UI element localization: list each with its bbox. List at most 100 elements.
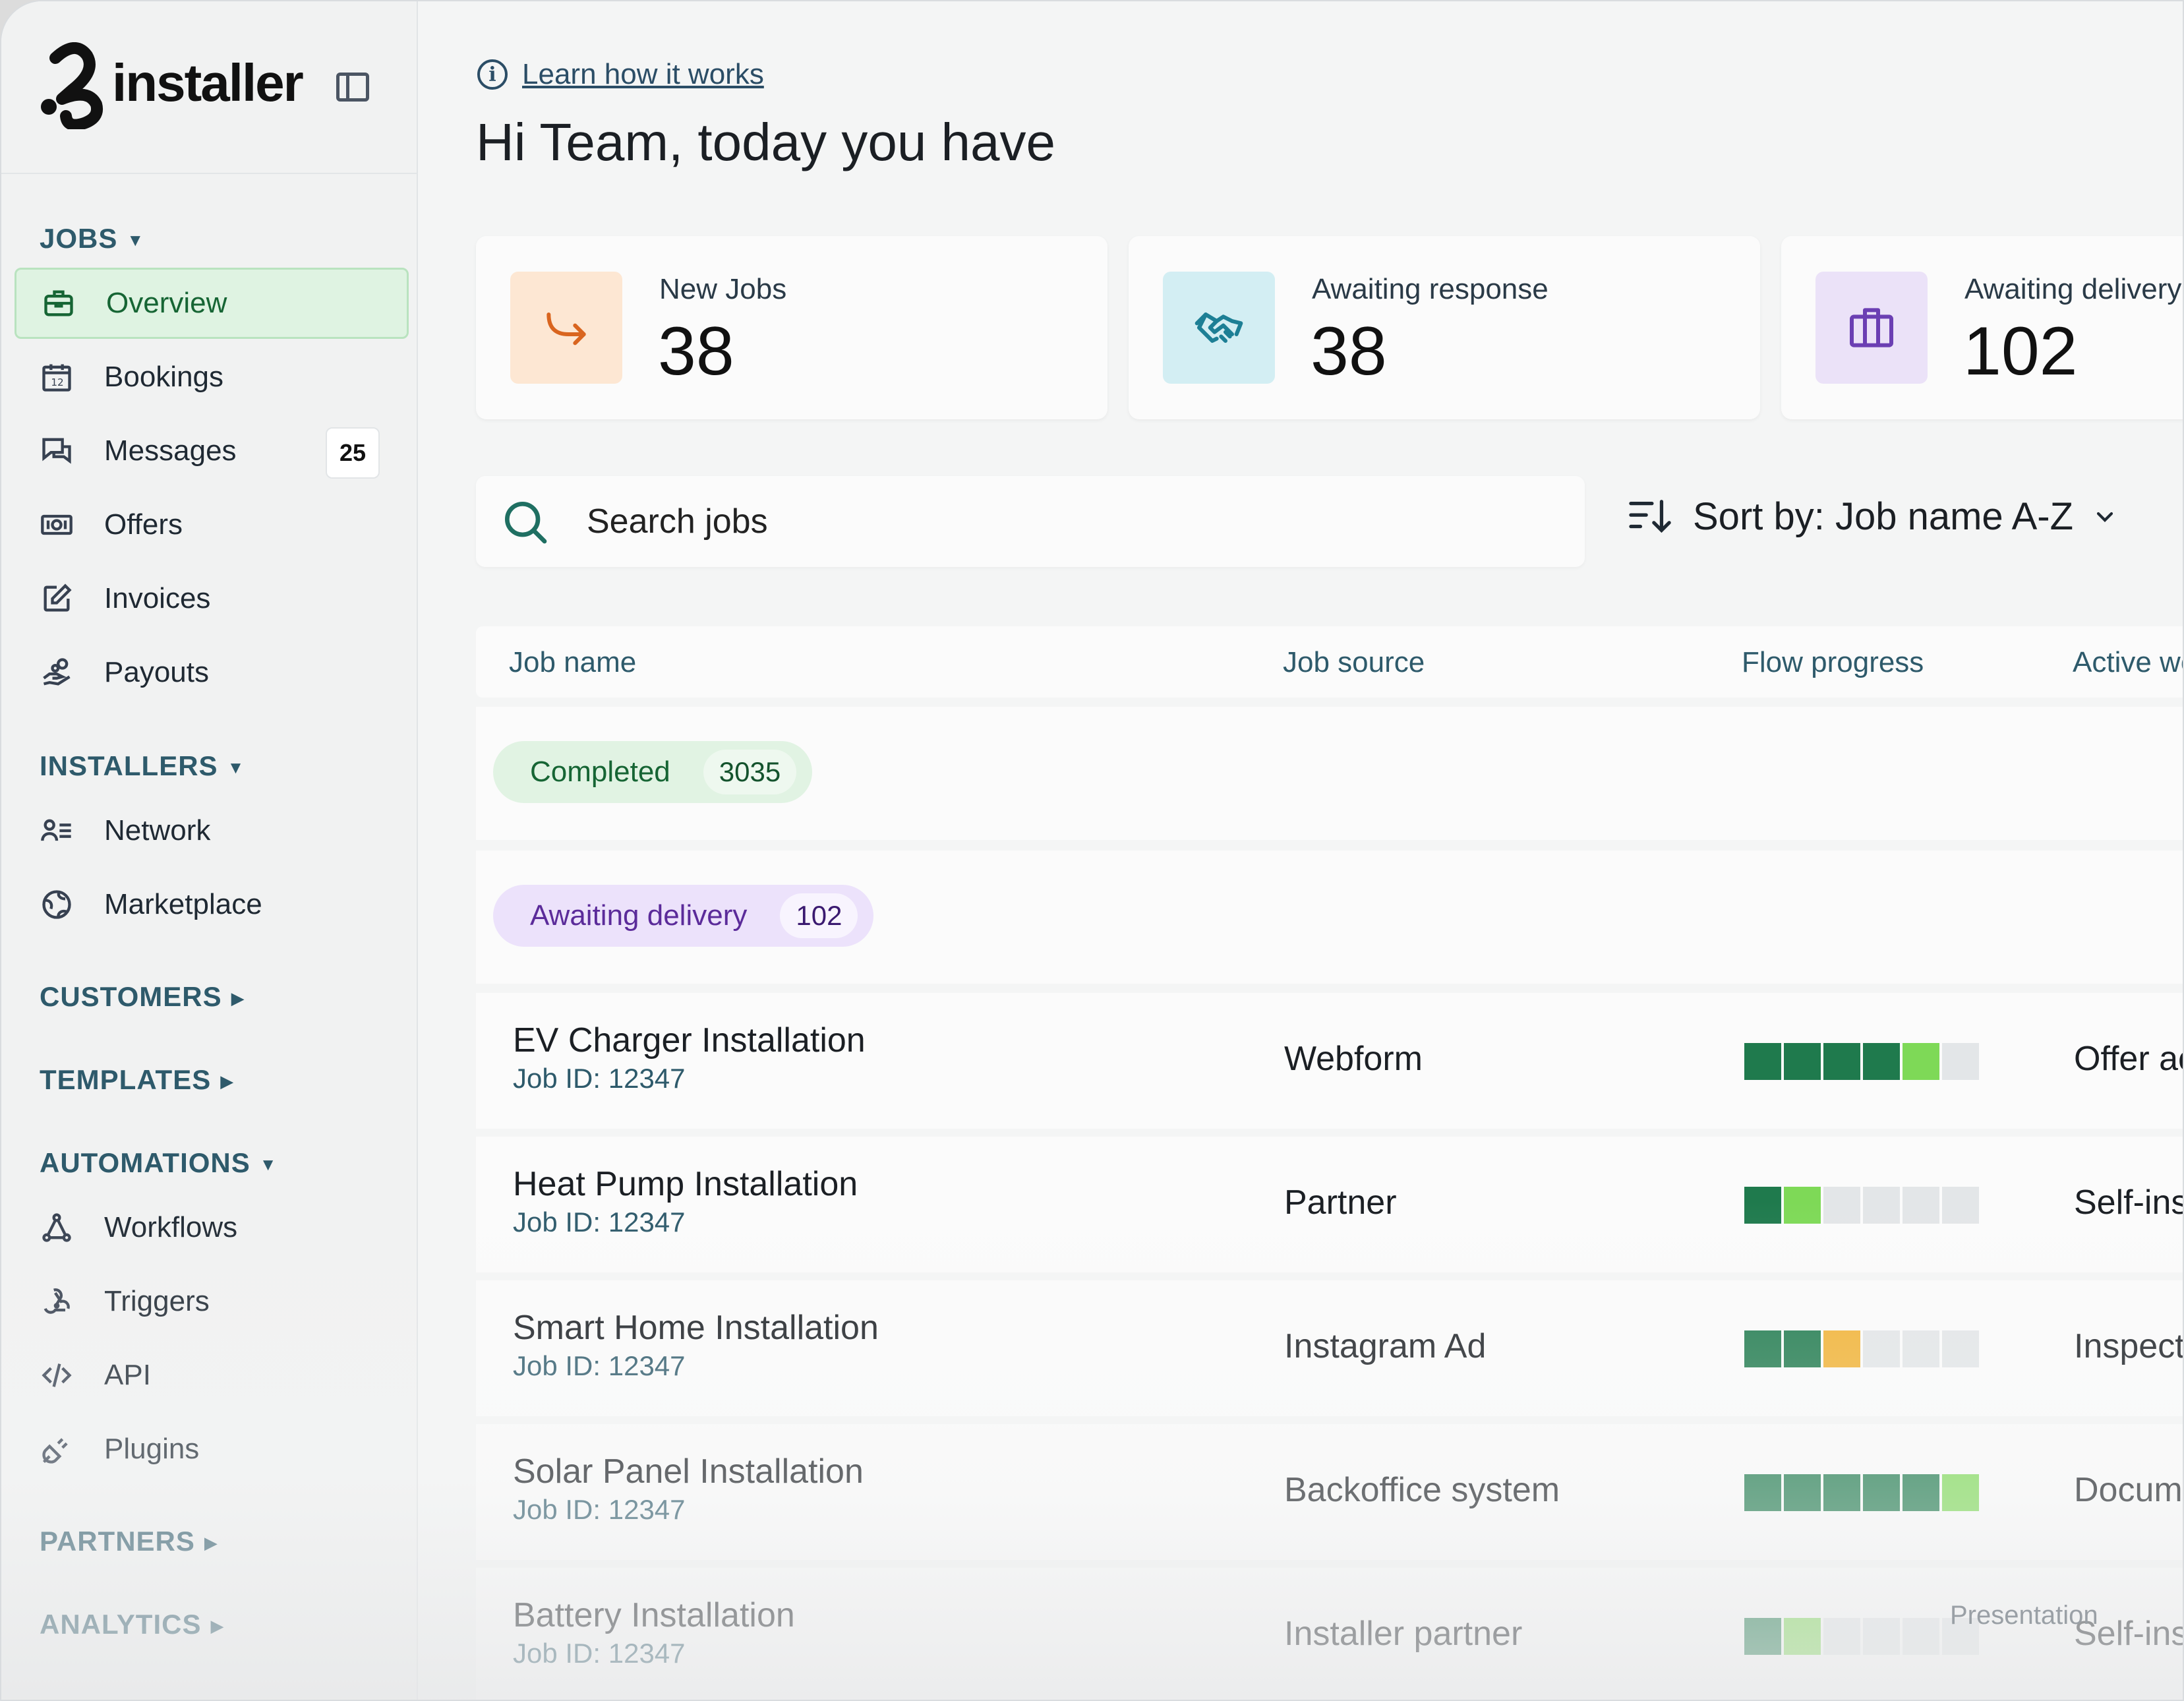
progress-segment <box>1744 1330 1781 1367</box>
stat-value: 38 <box>1311 313 1387 390</box>
sidebar-item-label: Messages <box>104 434 237 467</box>
sidebar-item-label: Plugins <box>104 1433 200 1465</box>
page-title: Hi Team, today you have <box>476 113 1056 171</box>
section-customers[interactable]: CUSTOMERS ▶ <box>40 981 245 1013</box>
search-input[interactable] <box>587 502 1510 541</box>
svg-text:12: 12 <box>51 376 63 388</box>
sidebar-item-overview[interactable]: Overview <box>15 268 409 339</box>
group-row-awaiting-delivery[interactable]: Awaiting delivery 102 <box>476 850 2183 984</box>
active-workflow: Documentation <box>2074 1471 2183 1509</box>
workflow-icon <box>40 1210 74 1245</box>
section-installers[interactable]: INSTALLERS ▼ <box>40 750 245 782</box>
progress-segment <box>1903 1043 1939 1080</box>
sidebar-item-payouts[interactable]: Payouts <box>15 637 409 708</box>
job-name: Battery Installation <box>513 1596 795 1634</box>
stat-label: Awaiting response <box>1312 273 1549 305</box>
progress-segment <box>1942 1043 1979 1080</box>
job-name: EV Charger Installation <box>513 1021 866 1059</box>
sidebar-item-api[interactable]: API <box>15 1340 409 1411</box>
section-analytics[interactable]: ANALYTICS ▶ <box>40 1609 224 1640</box>
job-source: Webform <box>1284 1040 1423 1078</box>
progress-segment <box>1863 1618 1900 1655</box>
sidebar-item-label: Workflows <box>104 1211 238 1243</box>
sort-dropdown[interactable]: Sort by: Job name A-Z <box>1627 494 2118 539</box>
sidebar-item-marketplace[interactable]: Marketplace <box>15 869 409 940</box>
job-name: Solar Panel Installation <box>513 1452 864 1491</box>
flow-progress-bar <box>1744 1187 1979 1224</box>
sidebar-item-label: Offers <box>104 508 183 541</box>
edit-icon <box>40 582 74 616</box>
learn-how-link[interactable]: Learn how it works <box>522 58 764 91</box>
sidebar-item-triggers[interactable]: Triggers <box>15 1266 409 1337</box>
sidebar-toggle-icon[interactable] <box>336 73 369 102</box>
flow-progress-bar <box>1744 1043 1979 1080</box>
stat-card-new-jobs[interactable]: New Jobs 38 <box>476 236 1107 419</box>
table-row[interactable]: EV Charger Installation Job ID: 12347 We… <box>476 993 2183 1129</box>
flow-progress-bar <box>1744 1330 1979 1367</box>
progress-segment <box>1823 1187 1860 1224</box>
section-installers-label: INSTALLERS <box>40 750 218 781</box>
progress-segment <box>1744 1618 1781 1655</box>
sidebar-item-label: Invoices <box>104 582 211 614</box>
section-partners[interactable]: PARTNERS ▶ <box>40 1526 218 1557</box>
sidebar-item-plugins[interactable]: Plugins <box>15 1414 409 1485</box>
brand-header: installer <box>1 1 418 174</box>
stat-label: New Jobs <box>659 273 787 305</box>
table-row[interactable]: Battery Installation Job ID: 12347 Insta… <box>476 1568 2183 1700</box>
sidebar-item-workflows[interactable]: Workflows <box>15 1192 409 1263</box>
caret-right-icon: ▶ <box>220 1071 235 1092</box>
column-header-job-name[interactable]: Job name <box>509 646 636 679</box>
status-pill-awaiting-delivery[interactable]: Awaiting delivery 102 <box>493 885 874 947</box>
sidebar-item-label: Bookings <box>104 361 224 393</box>
job-id: Job ID: 12347 <box>513 1207 686 1238</box>
sidebar-item-messages[interactable]: Messages 25 <box>15 415 409 487</box>
installer-logo-icon <box>41 42 103 129</box>
learn-how-link-row[interactable]: i Learn how it works <box>477 58 764 91</box>
column-header-flow-progress[interactable]: Flow progress <box>1742 646 1924 679</box>
column-header-active-workflow[interactable]: Active workflow <box>2073 646 2183 679</box>
info-icon: i <box>477 59 508 90</box>
group-row-completed[interactable]: Completed 3035 <box>476 707 2183 840</box>
progress-segment <box>1863 1474 1900 1511</box>
group-label: Completed <box>530 756 670 788</box>
app-window: installer JOBS ▼ Overview 12 Bookings Mes… <box>0 0 2184 1701</box>
table-row[interactable]: Solar Panel Installation Job ID: 12347 B… <box>476 1424 2183 1560</box>
handshake-icon <box>1163 272 1275 384</box>
progress-segment <box>1942 1187 1979 1224</box>
stat-card-awaiting-response[interactable]: Awaiting response 38 <box>1129 236 1760 419</box>
status-pill-completed[interactable]: Completed 3035 <box>493 741 813 803</box>
table-row[interactable]: Heat Pump Installation Job ID: 12347 Par… <box>476 1137 2183 1272</box>
job-name: Heat Pump Installation <box>513 1165 858 1203</box>
column-header-job-source[interactable]: Job source <box>1283 646 1425 679</box>
caret-down-icon: ▼ <box>227 758 245 778</box>
table-row[interactable]: Smart Home Installation Job ID: 12347 In… <box>476 1280 2183 1416</box>
plug-icon <box>40 1432 74 1466</box>
sidebar-item-network[interactable]: Network <box>15 795 409 866</box>
sidebar-item-invoices[interactable]: Invoices <box>15 563 409 634</box>
sidebar-item-bookings[interactable]: 12 Bookings <box>15 342 409 413</box>
section-templates[interactable]: TEMPLATES ▶ <box>40 1064 234 1096</box>
section-jobs[interactable]: JOBS ▼ <box>40 223 144 254</box>
search-bar[interactable] <box>476 476 1585 567</box>
globe-icon <box>40 887 74 922</box>
user-list-icon <box>40 814 74 848</box>
search-icon <box>505 502 547 544</box>
job-source: Partner <box>1284 1183 1397 1222</box>
job-id: Job ID: 12347 <box>513 1494 686 1525</box>
section-automations[interactable]: AUTOMATIONS ▼ <box>40 1147 278 1179</box>
progress-segment <box>1903 1330 1939 1367</box>
progress-segment <box>1903 1474 1939 1511</box>
caret-down-icon: ▼ <box>259 1154 278 1175</box>
stat-card-awaiting-delivery[interactable]: Awaiting delivery 102 <box>1781 236 2183 419</box>
progress-segment <box>1784 1618 1821 1655</box>
job-name: Smart Home Installation <box>513 1309 879 1347</box>
progress-segment <box>1744 1043 1781 1080</box>
progress-segment <box>1823 1043 1860 1080</box>
caret-right-icon: ▶ <box>231 988 245 1009</box>
sidebar-item-offers[interactable]: Offers <box>15 489 409 560</box>
stat-label: Awaiting delivery <box>1964 273 2182 305</box>
progress-segment <box>1784 1330 1821 1367</box>
progress-segment <box>1823 1618 1860 1655</box>
progress-segment <box>1823 1474 1860 1511</box>
caret-right-icon: ▶ <box>204 1533 218 1553</box>
